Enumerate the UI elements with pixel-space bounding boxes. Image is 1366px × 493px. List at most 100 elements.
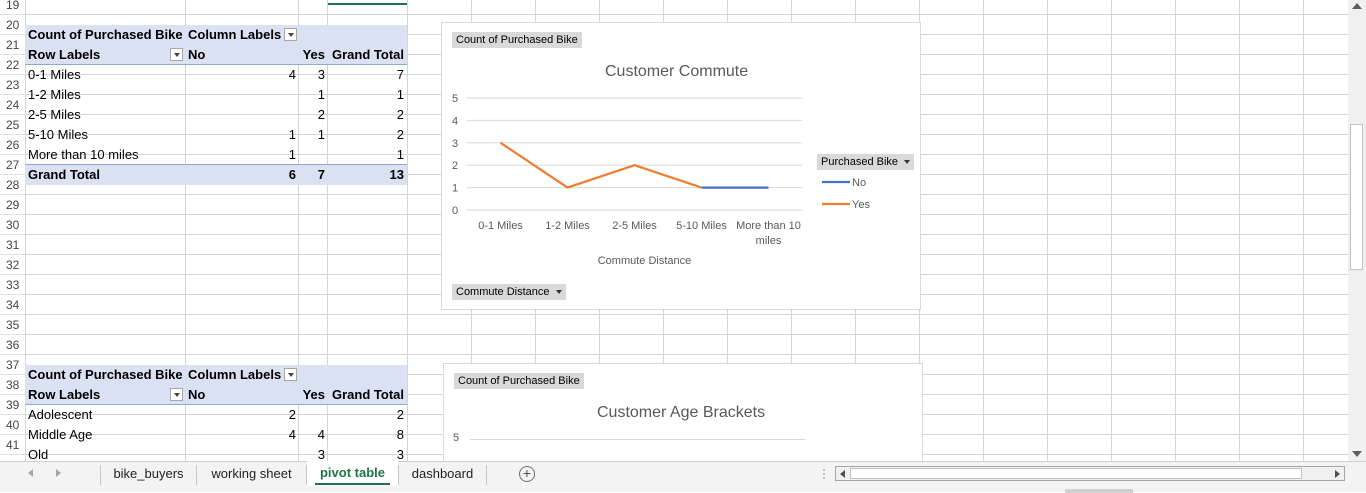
row-header[interactable]: 20 [0,15,25,35]
pivot-row-label[interactable]: 2-5 Miles [28,105,183,125]
pivot1-header-no[interactable]: No [188,45,288,65]
tab-working-sheet[interactable]: working sheet [197,462,306,486]
pivot-cell[interactable]: 1 [185,145,296,165]
row-header[interactable]: 27 [0,155,25,175]
pivot-cell[interactable]: 1 [327,85,404,105]
pivot2-header-yes[interactable]: Yes [298,385,325,405]
row-header[interactable]: 39 [0,395,25,415]
tab-scroll-left-icon[interactable] [28,469,33,477]
pivot1-row-labels[interactable]: Row Labels [28,45,168,65]
row-header[interactable]: 35 [0,315,25,335]
customer-age-brackets-chart[interactable]: Count of Purchased Bike Customer Age Bra… [443,363,923,461]
pivot-cell[interactable]: 8 [327,425,404,445]
pivot2-row-labels[interactable]: Row Labels [28,385,168,405]
pivot-row-label[interactable]: Adolescent [28,405,183,425]
row-header[interactable]: 23 [0,75,25,95]
chart2-title[interactable]: Customer Age Brackets [597,404,765,422]
pivot-row-label[interactable]: 0-1 Miles [28,65,183,85]
pivot-cell[interactable] [185,85,296,105]
pivot1-column-filter-button[interactable] [284,28,297,41]
scroll-right-icon[interactable] [1335,470,1340,478]
pivot-cell[interactable]: 1 [185,125,296,145]
pivot2-header-total[interactable]: Grand Total [327,385,404,405]
pivot1-grand-total-label[interactable]: Grand Total [28,165,178,185]
pivot-cell[interactable] [185,105,296,125]
chart1-axis-field-button[interactable]: Commute Distance [452,284,566,300]
pivot1-grand-total[interactable]: 13 [327,165,404,185]
pivot1-grand-total-yes[interactable]: 7 [298,165,325,185]
customer-commute-chart[interactable]: Count of Purchased Bike Customer Commute… [441,22,921,310]
pivot1-grand-total-no[interactable]: 6 [185,165,296,185]
pivot-cell[interactable]: 4 [298,425,325,445]
row-header[interactable]: 19 [0,0,25,15]
pivot-row-label[interactable]: Middle Age [28,425,183,445]
horizontal-scroll-thumb[interactable] [850,468,1302,479]
pivot-cell[interactable]: 3 [298,65,325,85]
pivot-row-label[interactable]: 5-10 Miles [28,125,183,145]
pivot1-header-total[interactable]: Grand Total [327,45,404,65]
chart1-xtick-label: 1-2 Miles [545,220,590,232]
worksheet-grid[interactable]: 19 20 21 22 23 24 25 26 27 28 29 30 31 32 33 34 35 36 37 38… [0,0,1348,461]
pivot-cell[interactable]: 2 [327,125,404,145]
pivot-cell[interactable]: 2 [327,105,404,125]
pivot2-header-no[interactable]: No [188,385,288,405]
chart1-legend-label: Yes [852,199,870,211]
chart1-legend-field-button[interactable]: Purchased Bike [817,154,915,170]
add-sheet-icon[interactable]: + [519,466,535,482]
pivot-cell[interactable]: 3 [327,445,404,461]
row-header[interactable]: 38 [0,375,25,395]
row-header[interactable]: 24 [0,95,25,115]
pivot-cell[interactable]: 1 [298,125,325,145]
row-header[interactable]: 31 [0,235,25,255]
pivot1-column-labels[interactable]: Column Labels [188,25,284,45]
pivot-cell[interactable]: 4 [185,425,296,445]
pivot-cell[interactable]: 4 [185,65,296,85]
row-header[interactable]: 37 [0,355,25,375]
pivot1-row-filter-button[interactable] [170,48,183,61]
tab-bike-buyers[interactable]: bike_buyers [101,462,196,486]
row-header[interactable]: 33 [0,275,25,295]
row-header[interactable]: 25 [0,115,25,135]
chart1-ytick-label: 2 [452,160,458,172]
pivot-cell[interactable]: 3 [298,445,325,461]
tab-split-handle-icon[interactable]: ⋮ [818,467,830,481]
row-header[interactable]: 28 [0,175,25,195]
chart2-value-field-button[interactable]: Count of Purchased Bike [454,373,584,389]
row-header[interactable]: 40 [0,415,25,435]
pivot2-column-filter-button[interactable] [284,368,297,381]
vertical-scroll-thumb[interactable] [1350,124,1363,270]
pivot1-title[interactable]: Count of Purchased Bike [28,25,184,45]
row-header[interactable]: 34 [0,295,25,315]
tab-scroll-right-icon[interactable] [56,469,61,477]
pivot-cell[interactable] [298,145,325,165]
pivot-row-label[interactable]: 1-2 Miles [28,85,183,105]
row-header[interactable]: 29 [0,195,25,215]
pivot-cell[interactable] [298,405,325,425]
pivot1-header-yes[interactable]: Yes [298,45,325,65]
pivot2-column-labels[interactable]: Column Labels [188,365,284,385]
pivot-cell[interactable]: 1 [298,85,325,105]
row-header[interactable]: 22 [0,55,25,75]
scroll-left-icon[interactable] [840,470,845,478]
tab-dashboard[interactable]: dashboard [399,462,486,486]
pivot-cell[interactable]: 2 [327,405,404,425]
row-header[interactable]: 26 [0,135,25,155]
horizontal-scrollbar[interactable] [835,466,1345,481]
row-header[interactable]: 30 [0,215,25,235]
pivot-cell[interactable]: 2 [185,405,296,425]
row-header[interactable]: 36 [0,335,25,355]
scroll-down-icon[interactable] [1352,451,1362,457]
scroll-up-icon[interactable] [1352,3,1362,9]
pivot-row-label[interactable]: More than 10 miles [28,145,183,165]
pivot2-row-filter-button[interactable] [170,388,183,401]
pivot-cell[interactable]: 7 [327,65,404,85]
pivot-cell[interactable]: 2 [298,105,325,125]
pivot2-title[interactable]: Count of Purchased Bike [28,365,184,385]
row-header[interactable]: 32 [0,255,25,275]
chart1-xtick-label: More than 10 miles [736,220,801,247]
pivot-cell[interactable] [185,445,296,461]
pivot-cell[interactable]: 1 [327,145,404,165]
pivot-row-label[interactable]: Old [28,445,183,461]
row-header[interactable]: 21 [0,35,25,55]
row-header[interactable]: 41 [0,435,25,455]
